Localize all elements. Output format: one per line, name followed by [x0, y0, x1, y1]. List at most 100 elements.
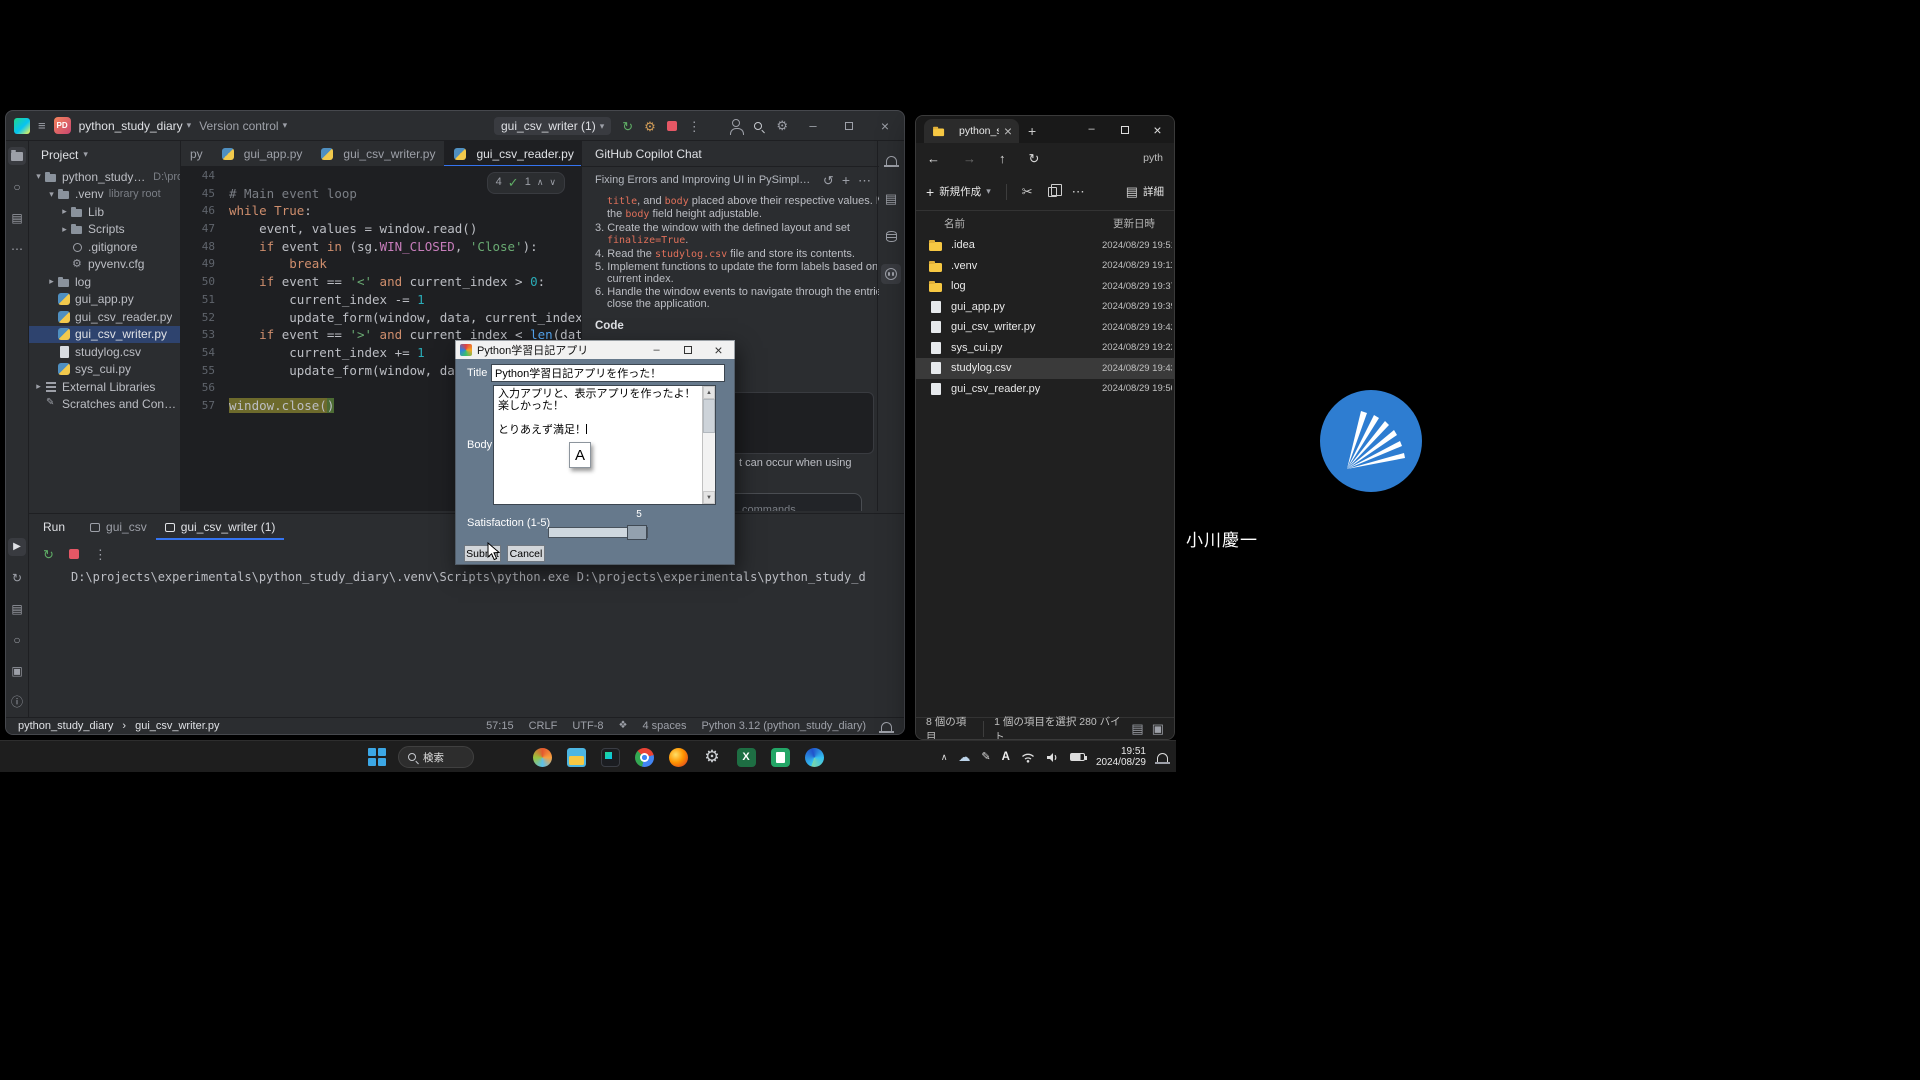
python-interpreter[interactable]: Python 3.12 (python_study_diary)	[702, 720, 867, 732]
problems-tool-icon[interactable]	[8, 693, 26, 711]
editor-tab-gui_csv_writer.py[interactable]: gui_csv_writer.py	[311, 141, 444, 167]
chevron-right-icon[interactable]: ▸	[59, 206, 70, 217]
new-item-button[interactable]: 新規作成	[926, 184, 991, 199]
taskbar-app-edge[interactable]	[802, 745, 826, 769]
forward-icon[interactable]	[963, 152, 976, 165]
notifications-bell-icon[interactable]	[881, 150, 901, 170]
tree-item-gui_csv_reader.py[interactable]: gui_csv_reader.py	[29, 308, 180, 326]
run-config-selector[interactable]: gui_csv_writer (1)	[494, 117, 611, 135]
database-icon[interactable]	[881, 226, 901, 246]
dialog-maximize-button[interactable]	[672, 341, 703, 359]
run-options-icon[interactable]	[94, 548, 107, 561]
taskbar-app-firefox[interactable]	[666, 745, 690, 769]
dialog-close-button[interactable]	[703, 341, 734, 359]
minimize-button[interactable]	[802, 119, 824, 132]
settings-gear-icon[interactable]	[776, 119, 788, 132]
tree-item-Scratches and Consoles[interactable]: Scratches and Consoles	[29, 396, 180, 414]
ime-mode-icon[interactable]: A	[1002, 751, 1010, 763]
textarea-scrollbar[interactable]: ▲ ▼	[702, 386, 715, 504]
start-button[interactable]	[368, 748, 386, 766]
file-row-.venv[interactable]: .venv2024/08/29 19:11	[916, 256, 1174, 277]
new-tab-icon[interactable]	[1028, 124, 1036, 138]
copilot-chat-icon[interactable]	[881, 264, 901, 284]
python-console-icon[interactable]	[8, 631, 26, 649]
copy-icon[interactable]	[1048, 187, 1057, 197]
tree-item-pyvenv.cfg[interactable]: pyvenv.cfg	[29, 256, 180, 274]
tree-item-.gitignore[interactable]: .gitignore	[29, 238, 180, 256]
explorer-maximize-button[interactable]	[1108, 116, 1141, 143]
search-everywhere-icon[interactable]	[754, 122, 762, 130]
inspections-widget[interactable]: 4 1	[487, 172, 565, 194]
explorer-close-button[interactable]	[1141, 116, 1174, 143]
taskbar-app-pycharm[interactable]	[598, 745, 622, 769]
scrollbar-thumb[interactable]	[703, 399, 715, 433]
structure-tool-icon[interactable]	[8, 209, 26, 227]
account-icon[interactable]	[732, 119, 740, 127]
dialog-titlebar[interactable]: Python学習日記アプリ	[455, 340, 735, 359]
tree-item-gui_csv_writer.py[interactable]: gui_csv_writer.py	[29, 326, 180, 344]
volume-icon[interactable]	[1046, 752, 1059, 763]
large-icons-view-icon[interactable]	[1152, 722, 1164, 735]
services-tool-icon[interactable]	[8, 569, 26, 587]
file-row-sys_cui.py[interactable]: sys_cui.py2024/08/29 19:22	[916, 338, 1174, 359]
stop-button[interactable]	[667, 121, 677, 131]
next-issue-icon[interactable]	[549, 178, 556, 187]
notification-bell-icon[interactable]	[1157, 753, 1168, 762]
back-icon[interactable]	[927, 152, 940, 165]
explorer-minimize-button[interactable]	[1075, 116, 1108, 143]
shield-icon[interactable]	[619, 721, 628, 731]
address-bar[interactable]: pyth	[1143, 152, 1163, 164]
chevron-right-icon[interactable]: ▸	[46, 276, 57, 287]
tree-item-Lib[interactable]: ▸Lib	[29, 203, 180, 221]
tree-item-.venv[interactable]: ▾.venvlibrary root	[29, 186, 180, 204]
tree-item-External Libraries[interactable]: ▸External Libraries	[29, 378, 180, 396]
scrollbar-trough[interactable]	[703, 399, 715, 491]
scroll-up-icon[interactable]: ▲	[703, 386, 715, 399]
project-tool-icon[interactable]	[8, 147, 26, 165]
file-row-studylog.csv[interactable]: studylog.csv2024/08/29 19:43	[916, 358, 1174, 379]
slider-handle[interactable]	[627, 525, 647, 540]
indent-style[interactable]: 4 spaces	[642, 720, 686, 732]
close-button[interactable]	[874, 119, 896, 133]
cancel-button[interactable]: Cancel	[507, 545, 545, 562]
file-row-gui_csv_reader.py[interactable]: gui_csv_reader.py2024/08/29 19:50	[916, 379, 1174, 400]
file-row-gui_app.py[interactable]: gui_app.py2024/08/29 19:39	[916, 297, 1174, 318]
history-icon[interactable]	[823, 174, 834, 187]
file-encoding[interactable]: UTF-8	[572, 720, 603, 732]
maximize-button[interactable]	[838, 122, 860, 130]
project-name-menu[interactable]: python_study_diary	[79, 119, 192, 133]
project-panel-header[interactable]: Project	[29, 141, 180, 168]
chevron-right-icon[interactable]: ▸	[59, 224, 70, 235]
view-details-button[interactable]: 詳細	[1126, 184, 1164, 199]
dialog-minimize-button[interactable]	[641, 341, 672, 359]
column-name[interactable]: 名前	[944, 216, 965, 231]
more-icon[interactable]	[858, 174, 871, 187]
chevron-down-icon[interactable]: ▾	[46, 189, 57, 200]
tree-item-gui_app.py[interactable]: gui_app.py	[29, 291, 180, 309]
battery-icon[interactable]	[1070, 753, 1085, 761]
column-date[interactable]: 更新日時	[1113, 216, 1155, 231]
cut-icon[interactable]	[1022, 185, 1033, 198]
run-tab-gui_csv[interactable]: gui_csv	[81, 514, 156, 540]
status-bell-icon[interactable]	[881, 722, 892, 731]
run-tool-icon[interactable]	[8, 538, 26, 556]
new-chat-icon[interactable]	[842, 173, 850, 187]
run-settings-icon[interactable]	[644, 120, 656, 133]
run-button[interactable]	[622, 120, 633, 133]
more-tools-icon[interactable]	[8, 240, 26, 258]
explorer-tab[interactable]: python_st	[924, 119, 1019, 143]
taskbar-app-explorer[interactable]	[564, 745, 588, 769]
run-console[interactable]: D:\projects\experimentals\python_study_d…	[71, 570, 898, 713]
wifi-icon[interactable]	[1021, 752, 1035, 763]
run-tab-gui_csv_writer (1)[interactable]: gui_csv_writer (1)	[156, 514, 285, 540]
taskbar-app-excel[interactable]	[734, 745, 758, 769]
scroll-down-icon[interactable]: ▼	[703, 491, 715, 504]
file-row-gui_csv_writer.py[interactable]: gui_csv_writer.py2024/08/29 19:42	[916, 317, 1174, 338]
list-view-icon[interactable]	[1131, 722, 1143, 735]
title-input[interactable]: Python学習日記アプリを作った！	[491, 364, 725, 382]
tree-item-log[interactable]: ▸log	[29, 273, 180, 291]
editor-tab-gui_app.py[interactable]: gui_app.py	[212, 141, 312, 167]
line-separator[interactable]: CRLF	[529, 720, 558, 732]
taskbar-app-pinwheel[interactable]	[530, 745, 554, 769]
hidden-icons-chevron[interactable]	[941, 753, 948, 762]
